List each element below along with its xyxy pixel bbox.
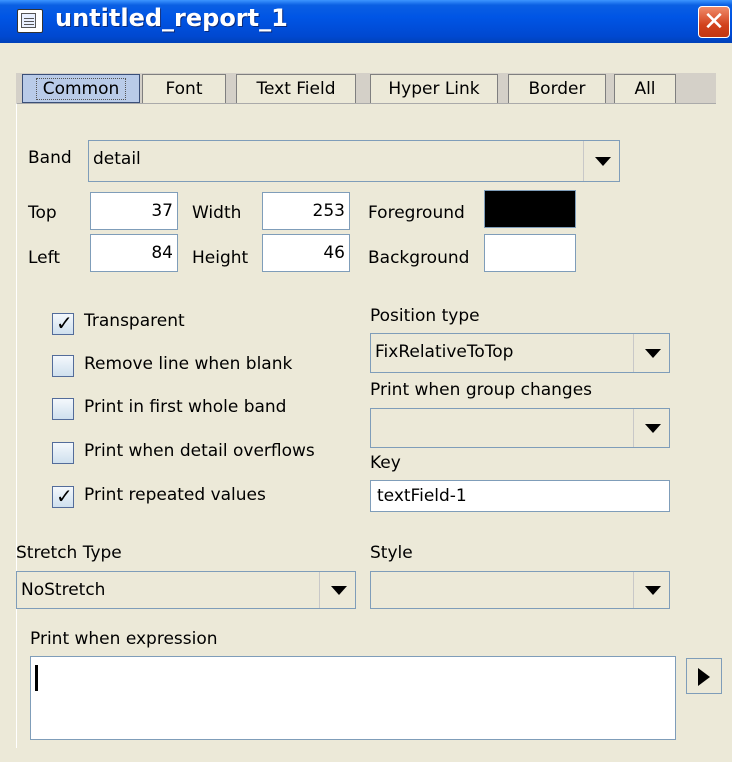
band-label: Band <box>28 148 72 168</box>
remove-line-when-blank-label: Remove line when blank <box>84 354 293 374</box>
close-button[interactable]: ✕ <box>698 6 730 38</box>
height-field[interactable]: 46 <box>262 234 350 272</box>
transparent-checkbox[interactable] <box>52 311 74 335</box>
left-field[interactable]: 84 <box>90 234 178 272</box>
key-field[interactable]: textField-1 <box>370 480 670 512</box>
position-type-value: FixRelativeToTop <box>375 342 514 362</box>
top-field[interactable]: 37 <box>90 192 178 230</box>
chevron-down-icon[interactable] <box>319 572 355 608</box>
print-when-detail-overflows-label: Print when detail overflows <box>84 441 315 461</box>
position-type-select[interactable]: FixRelativeToTop <box>370 333 670 373</box>
report-properties-window: untitled_report_1 ✕ Common Font Text Fie… <box>0 0 732 762</box>
title-bar[interactable]: untitled_report_1 ✕ <box>0 0 732 43</box>
style-select[interactable] <box>370 571 670 609</box>
print-in-first-whole-band-label: Print in first whole band <box>84 397 287 417</box>
tab-border[interactable]: Border <box>508 74 606 104</box>
transparent-label: Transparent <box>84 311 185 331</box>
foreground-color-swatch[interactable] <box>484 190 576 228</box>
tab-all[interactable]: All <box>614 74 676 104</box>
stretch-type-select[interactable]: NoStretch <box>16 571 356 609</box>
band-value: detail <box>93 149 141 169</box>
band-select[interactable]: detail <box>88 140 620 182</box>
background-label: Background <box>368 248 470 268</box>
tab-font[interactable]: Font <box>142 74 226 104</box>
stretch-type-value: NoStretch <box>21 580 106 600</box>
chevron-down-icon[interactable] <box>633 334 669 372</box>
height-label: Height <box>192 248 249 268</box>
print-when-group-changes-label: Print when group changes <box>370 380 593 400</box>
expression-editor-button[interactable] <box>686 658 722 694</box>
tab-hyper-link[interactable]: Hyper Link <box>370 74 498 104</box>
close-icon: ✕ <box>703 7 725 37</box>
print-in-first-whole-band-checkbox[interactable] <box>52 398 74 420</box>
tab-common[interactable]: Common <box>22 74 140 103</box>
stretch-type-label: Stretch Type <box>16 543 122 563</box>
chevron-down-icon[interactable] <box>633 572 669 608</box>
chevron-down-icon[interactable] <box>633 409 669 447</box>
print-when-expression-input[interactable] <box>30 656 676 740</box>
text-caret <box>35 665 38 691</box>
position-type-label: Position type <box>370 306 480 326</box>
top-label: Top <box>28 203 57 223</box>
print-when-group-changes-select[interactable] <box>370 408 670 448</box>
key-label: Key <box>370 453 401 473</box>
report-icon <box>17 9 43 33</box>
width-label: Width <box>192 203 242 223</box>
background-color-swatch[interactable] <box>484 234 576 272</box>
style-label: Style <box>370 543 413 563</box>
foreground-label: Foreground <box>368 203 465 223</box>
print-when-expression-label: Print when expression <box>30 629 218 649</box>
width-field[interactable]: 253 <box>262 192 350 230</box>
print-repeated-values-label: Print repeated values <box>84 485 266 505</box>
window-title: untitled_report_1 <box>55 4 288 32</box>
remove-line-when-blank-checkbox[interactable] <box>52 355 74 377</box>
left-label: Left <box>28 248 60 268</box>
tab-text-field[interactable]: Text Field <box>236 74 356 104</box>
print-when-detail-overflows-checkbox[interactable] <box>52 442 74 464</box>
print-repeated-values-checkbox[interactable] <box>52 484 74 508</box>
chevron-down-icon[interactable] <box>583 141 619 181</box>
